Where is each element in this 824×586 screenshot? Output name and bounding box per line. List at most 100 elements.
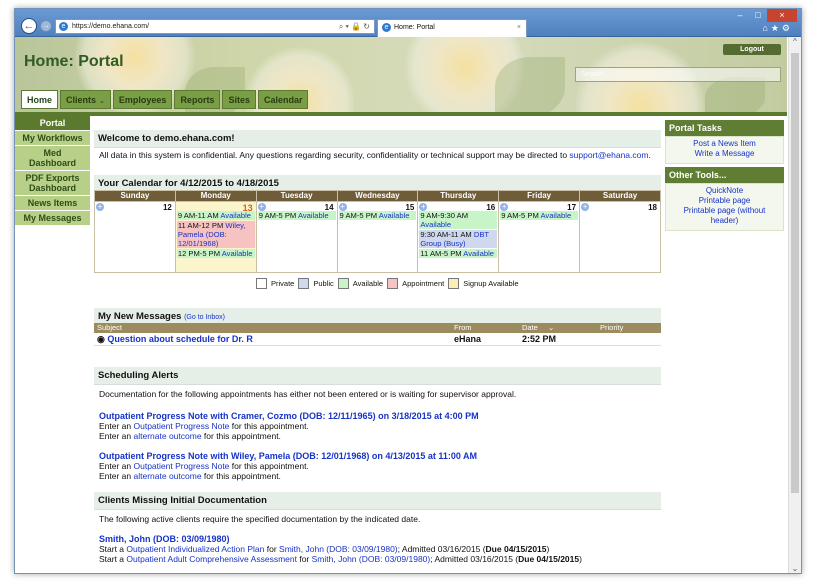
alert-link[interactable]: Outpatient Progress Note with Cramer, Co…	[99, 411, 479, 421]
legend-swatch	[256, 278, 267, 289]
day-header: Sunday	[94, 190, 176, 202]
client-link[interactable]: Smith, John (DOB: 03/09/1980)	[99, 534, 230, 544]
tab-close-icon[interactable]: ×	[517, 20, 521, 36]
tab-employees[interactable]: Employees	[112, 90, 173, 109]
missing-text: Start a	[99, 544, 127, 554]
add-icon[interactable]: +	[500, 203, 509, 211]
assessment-link[interactable]: Outpatient Adult Comprehensive Assessmen…	[126, 554, 297, 564]
back-arrow-icon[interactable]: ←	[21, 18, 37, 34]
browser-tab[interactable]: e Home: Portal ×	[377, 19, 527, 37]
leaf-decoration	[705, 77, 765, 116]
client-name-link[interactable]: Smith, John (DOB: 03/09/1980)	[312, 554, 431, 564]
col-priority[interactable]: Priority	[600, 323, 623, 333]
add-icon[interactable]: +	[96, 203, 104, 211]
messages-table: Subject From Date ⌄ Priority ◉ Question …	[94, 323, 661, 346]
calendar-slot[interactable]: 12 PM-5 PM Available	[176, 249, 255, 258]
chevron-down-icon: ⌄	[99, 98, 105, 105]
calendar-slot[interactable]: 9 AM-5 PM Available	[500, 211, 579, 220]
add-icon[interactable]: +	[338, 203, 347, 211]
logout-button[interactable]: Logout	[723, 44, 781, 55]
write-message-link[interactable]: Write a Message	[695, 149, 755, 158]
day-number: 15	[405, 203, 415, 212]
calendar-day: +18	[579, 201, 661, 273]
url-text: https://demo.ehana.com/	[72, 23, 150, 30]
alert-item: Outpatient Progress Note with Cramer, Co…	[94, 409, 661, 443]
browser-window: – □ × ← → e https://demo.ehana.com/ ⌕ ▾ …	[14, 8, 802, 574]
printable-no-header-link[interactable]: Printable page (without header)	[680, 206, 770, 226]
scroll-thumb[interactable]	[791, 53, 799, 493]
scroll-down-icon[interactable]: ⌄	[789, 564, 801, 573]
add-icon[interactable]: +	[419, 203, 428, 211]
tab-sites[interactable]: Sites	[222, 90, 256, 109]
sidebar-item-news-items[interactable]: News Items	[15, 196, 90, 211]
add-icon[interactable]: +	[257, 203, 266, 211]
tab-reports[interactable]: Reports	[174, 90, 221, 109]
calendar-slot[interactable]: 11 AM-12 PM Wiley, Pamela (DOB: 12/01/19…	[176, 221, 255, 248]
other-tools-title: Other Tools...	[665, 167, 784, 183]
post-news-link[interactable]: Post a News Item	[693, 139, 756, 148]
legend-swatch	[298, 278, 310, 289]
welcome-period: .	[648, 150, 651, 160]
address-tools-icon[interactable]: ⌕ ▾ 🔒 ↻	[339, 20, 370, 33]
due-date: Due 04/15/2015	[485, 544, 547, 554]
search-input[interactable]: Search...	[575, 67, 781, 82]
calendar-day: +12	[94, 201, 176, 273]
browser-chrome: – □ × ← → e https://demo.ehana.com/ ⌕ ▾ …	[15, 9, 801, 37]
alert-link[interactable]: Outpatient Progress Note with Wiley, Pam…	[99, 451, 477, 461]
tab-clients[interactable]: Clients ⌄	[60, 90, 111, 109]
table-row[interactable]: ◉ Question about schedule for Dr. R eHan…	[94, 333, 661, 346]
alert-text: Enter an	[99, 461, 134, 471]
scrollbar[interactable]: ^ ⌄	[788, 37, 801, 573]
missing-text: ; Admitted 03/16/2015 (	[430, 554, 519, 564]
calendar-day: 13 9 AM-11 AM Available 11 AM-12 PM Wile…	[174, 201, 257, 273]
address-bar[interactable]: e https://demo.ehana.com/ ⌕ ▾ 🔒 ↻	[55, 19, 375, 34]
progress-note-link[interactable]: Outpatient Progress Note	[134, 461, 230, 471]
sidebar-item-med-dashboard[interactable]: Med Dashboard	[15, 146, 90, 171]
col-from[interactable]: From	[454, 323, 522, 333]
sidebar-item-pdf-exports[interactable]: PDF Exports Dashboard	[15, 171, 90, 196]
action-plan-link[interactable]: Outpatient Individualized Action Plan	[126, 544, 264, 554]
alternate-outcome-link[interactable]: alternate outcome	[134, 471, 202, 481]
calendar-day: +17 9 AM-5 PM Available	[498, 201, 581, 273]
add-icon[interactable]: +	[581, 203, 590, 211]
maximize-icon[interactable]: □	[749, 9, 767, 22]
sidebar-item-my-messages[interactable]: My Messages	[15, 211, 90, 226]
missing-text: )	[546, 544, 550, 554]
client-name-link[interactable]: Smith, John (DOB: 03/09/1980)	[279, 544, 398, 554]
missing-item: Smith, John (DOB: 03/09/1980) Start a Ou…	[94, 532, 661, 566]
col-subject[interactable]: Subject	[94, 323, 454, 333]
calendar-slot[interactable]: 9 AM-5 PM Available	[338, 211, 417, 220]
minimize-icon[interactable]: –	[731, 9, 749, 22]
toolbar-icons[interactable]: ⌂★⚙	[762, 23, 793, 34]
alternate-outcome-link[interactable]: alternate outcome	[134, 431, 202, 441]
calendar-slot[interactable]: 9:30 AM-11 AM DBT Group (Busy)	[419, 230, 498, 248]
calendar-slot[interactable]: 11 AM-5 PM Available	[419, 249, 498, 258]
legend-label: Signup Available	[463, 279, 519, 288]
quicknote-link[interactable]: QuickNote	[706, 186, 743, 195]
message-link[interactable]: Question about schedule for Dr. R	[107, 334, 253, 344]
tab-home[interactable]: Home	[21, 90, 59, 109]
progress-note-link[interactable]: Outpatient Progress Note	[134, 421, 230, 431]
sidebar-item-portal[interactable]: Portal	[15, 116, 90, 131]
calendar-slot[interactable]: 9 AM-9:30 AM Available	[419, 211, 498, 229]
alerts-section: Scheduling Alerts Documentation for the …	[94, 367, 661, 483]
legend-label: Private	[271, 279, 295, 288]
scroll-up-icon[interactable]: ^	[789, 37, 801, 46]
sidebar-item-my-workflows[interactable]: My Workflows	[15, 131, 90, 146]
sort-chevron-icon[interactable]: ⌄	[530, 323, 600, 333]
go-to-inbox-link[interactable]: (Go to Inbox)	[184, 314, 225, 321]
printable-page-link[interactable]: Printable page	[699, 196, 751, 205]
tab-calendar[interactable]: Calendar	[257, 90, 309, 109]
missing-title: Clients Missing Initial Documentation	[94, 492, 661, 510]
forward-arrow-icon[interactable]: →	[40, 20, 52, 32]
day-header: Thursday	[417, 190, 500, 202]
close-icon[interactable]: ×	[767, 9, 797, 22]
alert-text: for this appointment.	[201, 471, 281, 481]
support-email-link[interactable]: support@ehana.com	[569, 150, 648, 160]
alert-text: Enter an	[99, 421, 134, 431]
calendar-slot[interactable]: 9 AM-5 PM Available	[257, 211, 336, 220]
col-date[interactable]: Date	[522, 323, 538, 333]
alert-text: for this appointment.	[229, 421, 309, 431]
other-tools-list: QuickNote Printable page Printable page …	[665, 183, 784, 231]
message-subject[interactable]: ◉ Question about schedule for Dr. R	[94, 333, 454, 345]
